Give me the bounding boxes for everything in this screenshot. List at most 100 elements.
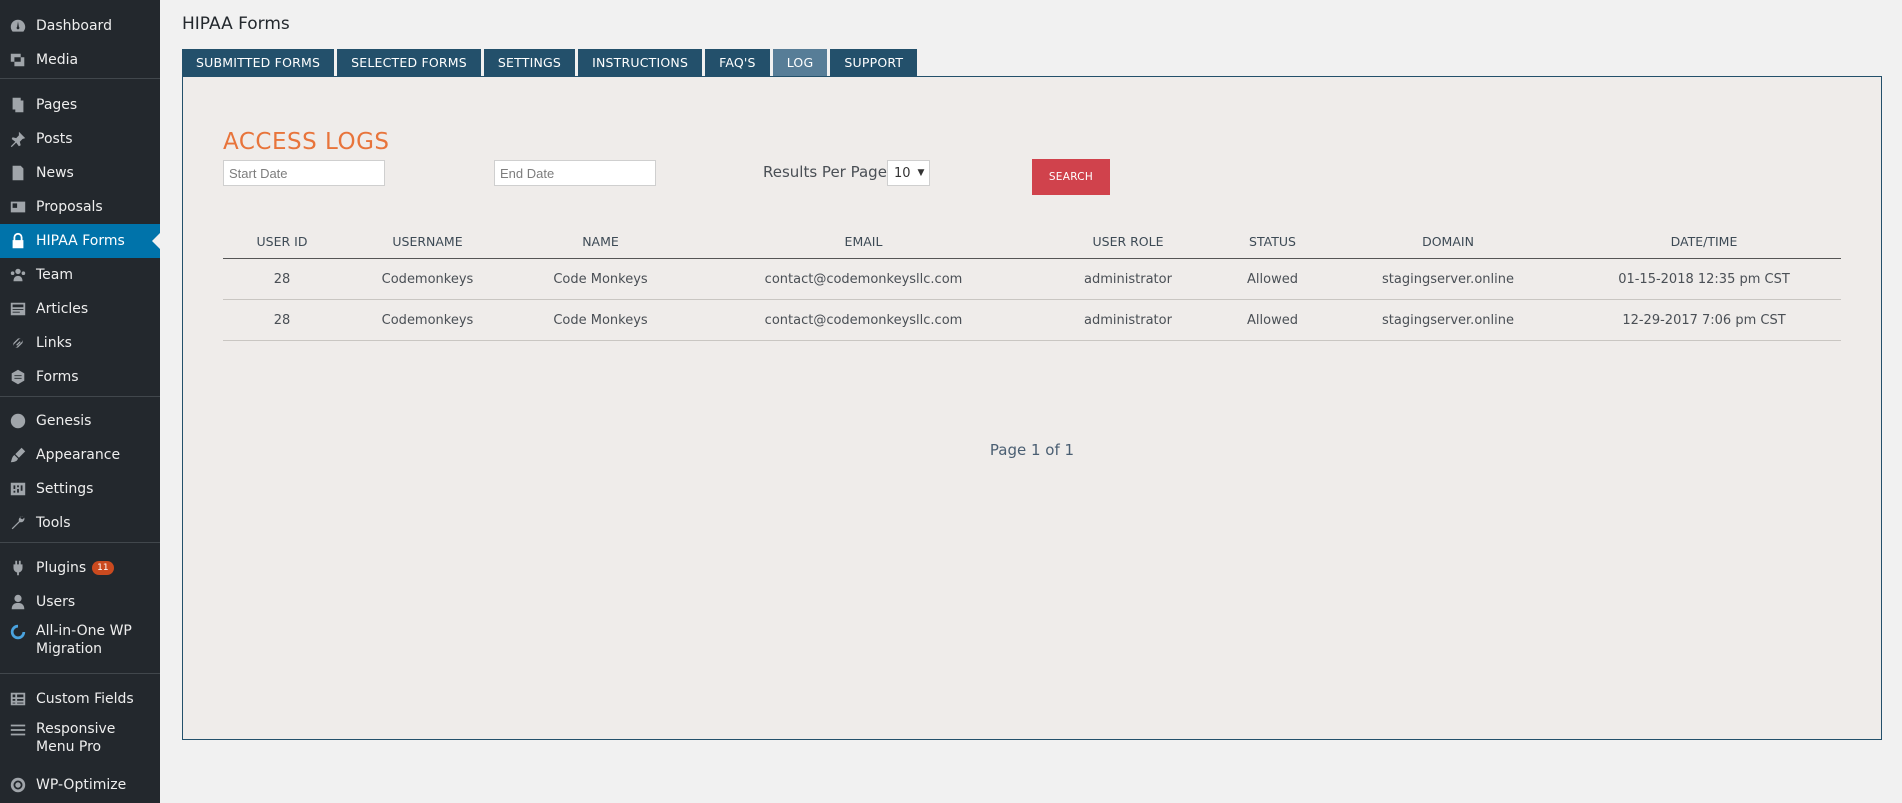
tab-selected-forms[interactable]: SELECTED FORMS [337,49,481,76]
sidebar-item-label: Proposals [36,199,103,215]
cell-domain: stagingserver.online [1329,258,1567,300]
access-logs-heading: ACCESS LOGS [223,129,390,155]
sidebar-item-label: Responsive Menu Pro [36,721,116,755]
cell-user-role: administrator [1040,258,1216,300]
sidebar-item-team[interactable]: Team [0,258,160,292]
sidebar-item-settings[interactable]: Settings [0,472,160,506]
sidebar-item-label: WP-Optimize [36,777,127,793]
results-per-page-select[interactable]: 10 ▼ [887,160,930,186]
tab-bar: SUBMITTED FORMS SELECTED FORMS SETTINGS … [182,49,920,76]
sidebar-item-genesis[interactable]: Genesis [0,404,160,438]
column-header-user-role: USER ROLE [1040,224,1216,259]
sidebar-item-label: HIPAA Forms [36,233,125,249]
menu-separator [0,78,160,79]
sidebar-item-plugins[interactable]: Plugins 11 [0,551,160,585]
table-row: 28 Codemonkeys Code Monkeys contact@code… [223,258,1841,300]
document-icon [8,163,28,183]
tab-instructions[interactable]: INSTRUCTIONS [578,49,703,76]
pagination-info: Page 1 of 1 [989,441,1075,459]
sidebar-item-label: Genesis [36,413,92,429]
sidebar-item-articles[interactable]: Articles [0,292,160,326]
menu-separator [0,673,160,674]
sidebar-item-wp-optimize[interactable]: WP-Optimize [0,768,160,802]
sidebar-item-appearance[interactable]: Appearance [0,438,160,472]
sidebar-item-label: Appearance [36,447,121,463]
access-log-table: USER ID USERNAME NAME EMAIL USER ROLE ST… [223,224,1841,341]
sidebar-item-label: Forms [36,369,79,385]
column-header-user-id: USER ID [223,224,341,259]
sidebar-item-label: Plugins [36,560,87,576]
sidebar-item-label: Settings [36,481,94,497]
wrench-icon [8,513,28,533]
cell-email: contact@codemonkeysllc.com [687,258,1040,300]
table-header-row: USER ID USERNAME NAME EMAIL USER ROLE ST… [223,224,1841,259]
sidebar-item-proposals[interactable]: Proposals [0,190,160,224]
sidebar-item-news[interactable]: News [0,156,160,190]
menu-separator [0,396,160,397]
sidebar-item-media[interactable]: Media [0,43,160,77]
sidebar-item-all-in-one-wp-migration[interactable]: All-in-One WP Migration [0,618,160,664]
id-card-icon [8,197,28,217]
sidebar-item-label: Posts [36,131,73,147]
migration-icon [8,622,28,642]
sidebar-item-label: Articles [36,301,89,317]
page-title: HIPAA Forms [182,14,290,34]
tab-settings[interactable]: SETTINGS [483,49,576,76]
update-count-badge: 11 [92,561,114,575]
sidebar-item-dashboard[interactable]: Dashboard [0,9,160,43]
settings-icon [8,479,28,499]
lock-icon [8,231,28,251]
admin-sidebar: Dashboard Media Pages Posts News Proposa… [0,0,160,803]
forms-icon [8,367,28,387]
sidebar-item-label: Media [36,52,79,68]
dashboard-icon [8,16,28,36]
results-per-page-value: 10 [894,165,911,181]
column-header-date-time: DATE/TIME [1567,224,1841,259]
sidebar-item-label: News [36,165,74,181]
menu-separator [0,542,160,543]
column-header-name: NAME [514,224,687,259]
sidebar-item-links[interactable]: Links [0,326,160,360]
table-row: 28 Codemonkeys Code Monkeys contact@code… [223,299,1841,341]
cell-user-id: 28 [223,299,341,341]
optimize-icon [8,775,28,795]
sidebar-item-tools[interactable]: Tools [0,506,160,540]
column-header-domain: DOMAIN [1329,224,1567,259]
start-date-input[interactable] [223,160,385,186]
groups-icon [8,265,28,285]
sidebar-item-label: Links [36,335,72,351]
cell-username: Codemonkeys [341,299,514,341]
tab-submitted-forms[interactable]: SUBMITTED FORMS [182,49,335,76]
sidebar-item-label: Custom Fields [36,691,134,707]
sidebar-item-label: Team [36,267,74,283]
cell-domain: stagingserver.online [1329,299,1567,341]
sidebar-item-label: Tools [36,515,71,531]
tab-faqs[interactable]: FAQ'S [705,49,770,76]
tab-log[interactable]: LOG [772,49,828,76]
sidebar-item-posts[interactable]: Posts [0,122,160,156]
end-date-input[interactable] [494,160,656,186]
cell-username: Codemonkeys [341,258,514,300]
user-icon [8,592,28,612]
cell-date-time: 01-15-2018 12:35 pm CST [1567,258,1841,300]
cell-name: Code Monkeys [514,258,687,300]
cell-user-role: administrator [1040,299,1216,341]
tab-support[interactable]: SUPPORT [830,49,918,76]
media-icon [8,50,28,70]
sidebar-item-custom-fields[interactable]: Custom Fields [0,682,160,716]
sidebar-item-hipaa-forms[interactable]: HIPAA Forms [0,224,160,258]
column-header-username: USERNAME [341,224,514,259]
chevron-down-icon: ▼ [917,168,925,178]
pin-icon [8,129,28,149]
search-button[interactable]: SEARCH [1032,159,1110,195]
pages-icon [8,95,28,115]
hamburger-icon [8,720,28,740]
sidebar-item-responsive-menu-pro[interactable]: Responsive Menu Pro [0,716,160,762]
sidebar-item-label: Pages [36,97,78,113]
sidebar-item-users[interactable]: Users [0,585,160,619]
sidebar-item-forms[interactable]: Forms [0,360,160,394]
cell-status: Allowed [1216,258,1329,300]
sidebar-item-label: Dashboard [36,18,112,34]
sidebar-item-pages[interactable]: Pages [0,88,160,122]
cell-name: Code Monkeys [514,299,687,341]
